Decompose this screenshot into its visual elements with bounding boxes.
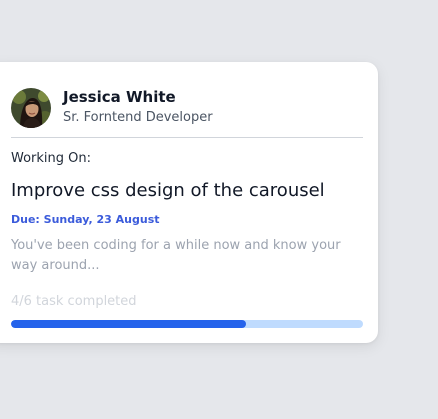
- user-role: Sr. Forntend Developer: [63, 110, 213, 125]
- due-date: Due: Sunday, 23 August: [11, 213, 160, 226]
- divider: [11, 137, 363, 138]
- user-avatar-icon: [11, 88, 51, 128]
- progress-bar: [11, 320, 363, 328]
- working-on-label: Working On:: [11, 151, 92, 166]
- user-header: Jessica White Sr. Forntend Developer: [11, 88, 213, 128]
- task-description: You've been coding for a while now and k…: [11, 238, 341, 273]
- task-card: Jessica White Sr. Forntend Developer Wor…: [0, 62, 378, 343]
- task-title: Improve css design of the carousel: [11, 180, 325, 201]
- progress-label: 4/6 task completed: [11, 294, 137, 309]
- avatar: [11, 88, 51, 128]
- user-name: Jessica White: [63, 88, 176, 106]
- progress-fill: [11, 320, 246, 328]
